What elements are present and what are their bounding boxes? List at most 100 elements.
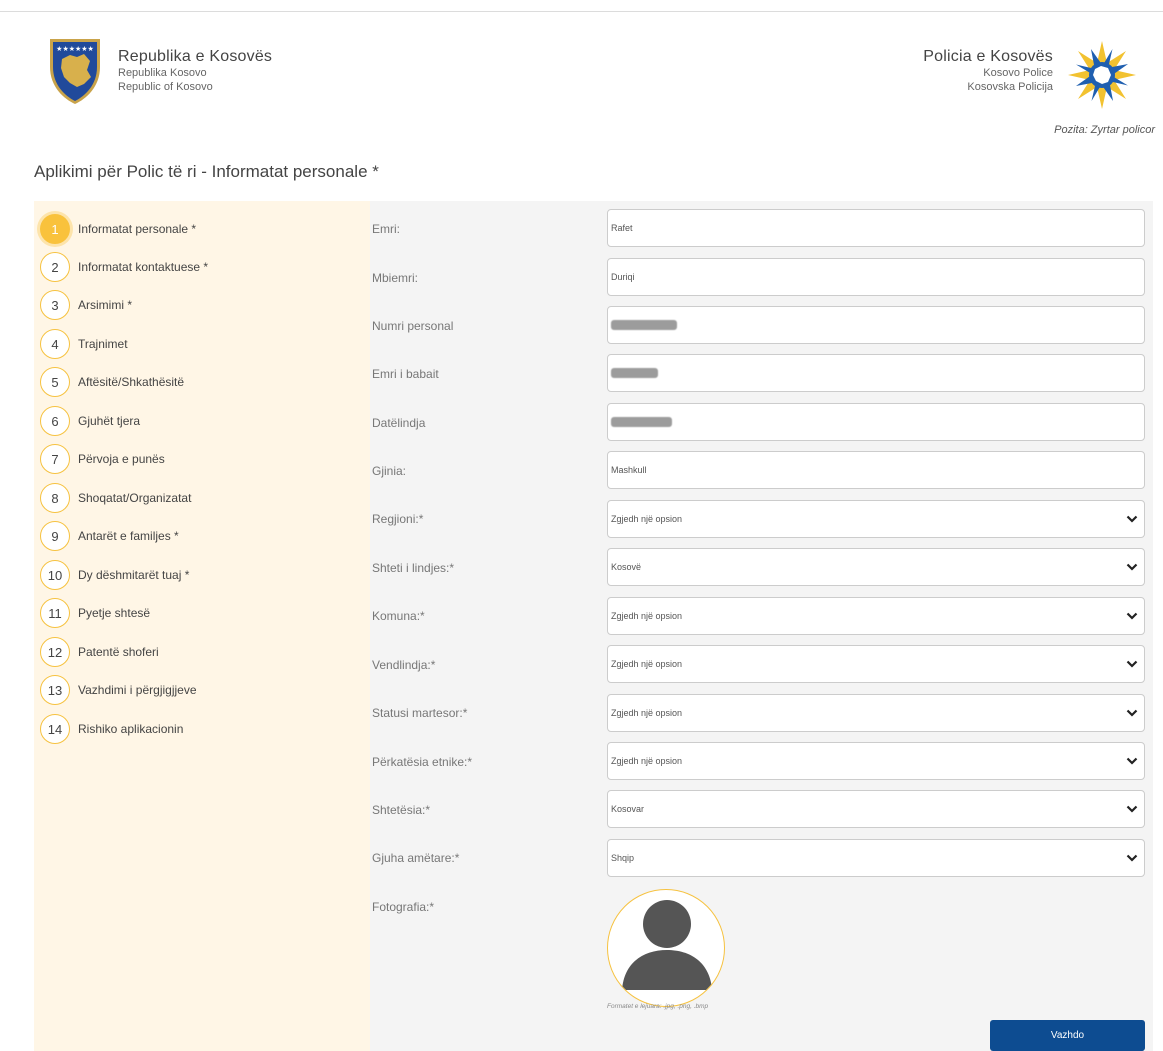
step-4[interactable]: 4 Trajnimet [40,329,128,359]
chevron-down-icon [1126,854,1138,862]
shteti-lindjes-value: Kosovë [611,562,642,572]
header-left: ★★★★★★ Republika e Kosovës Republika Kos… [46,37,272,105]
header-right-sub1: Kosovo Police [983,67,1053,79]
step-8[interactable]: 8 Shoqatat/Organizatat [40,483,191,513]
statusi-martesor-value: Zgjedh një opsion [611,708,683,718]
mbiemri-label: Mbiemri: [372,271,419,285]
shteti-lindjes-label: Shteti i lindjes:* [372,561,455,575]
step-number: 9 [40,521,70,551]
step-2[interactable]: 2 Informatat kontaktuese * [40,252,208,282]
step-label: Pyetje shtesë [78,606,151,620]
chevron-down-icon [1126,709,1138,717]
emri-label: Emri: [372,222,400,236]
step-number: 6 [40,406,70,436]
vendlindja-select[interactable]: Zgjedh një opsion [607,645,1145,683]
emri-babait-label: Emri i babait [372,367,439,381]
step-label: Informatat personale * [78,222,197,236]
step-number: 4 [40,329,70,359]
step-7[interactable]: 7 Përvoja e punës [40,444,165,474]
komuna-label: Komuna:* [372,609,425,623]
kosovo-police-logo-icon [1068,41,1136,109]
step-label: Antarët e familjes * [78,529,179,543]
shtetesia-label: Shtetësia:* [372,803,431,817]
perkatesia-etnike-label: Përkatësia etnike:* [372,755,473,769]
mbiemri-value: Duriqi [611,272,635,282]
kosovo-coat-of-arms-icon: ★★★★★★ [50,39,100,104]
step-label: Informatat kontaktuese * [78,260,209,274]
top-divider [0,11,1163,12]
mbiemri-input[interactable]: Duriqi [607,258,1145,296]
continue-button[interactable]: Vazhdo [990,1020,1145,1051]
numri-personal-input[interactable] [607,306,1145,344]
step-number: 3 [40,290,70,320]
step-number: 8 [40,483,70,513]
datelindja-label: Datëlindja [372,416,426,430]
vendlindja-label: Vendlindja:* [372,658,436,672]
step-number: 11 [40,598,70,628]
step-1[interactable]: 1 Informatat personale * [40,214,196,244]
step-number: 1 [40,214,70,244]
perkatesia-etnike-value: Zgjedh një opsion [611,756,683,766]
step-5[interactable]: 5 Aftësitë/Shkathësitë [40,367,184,397]
step-6[interactable]: 6 Gjuhët tjera [40,406,140,436]
chevron-down-icon [1126,612,1138,620]
chevron-down-icon [1126,757,1138,765]
page-title: Aplikimi për Polic të ri - Informatat pe… [34,162,379,181]
emri-input[interactable]: Rafet [607,209,1145,247]
position-label: Pozita: Zyrtar policor [1054,124,1155,136]
gjuha-ametare-value: Shqip [611,853,635,863]
chevron-down-icon [1126,805,1138,813]
step-label: Arsimimi * [78,298,132,312]
regjioni-label: Regjioni:* [372,512,424,526]
header-right-sub2: Kosovska Policija [967,81,1053,93]
gjuha-ametare-label: Gjuha amëtare:* [372,851,460,865]
shtetesia-select[interactable]: Kosovar [607,790,1145,828]
shtetesia-value: Kosovar [611,804,645,814]
step-number: 7 [40,444,70,474]
header-right: Policia e Kosovës Kosovo Police Kosovska… [923,37,1139,109]
step-14[interactable]: 14 Rishiko aplikacionin [40,714,183,744]
step-label: Gjuhët tjera [78,414,141,428]
shteti-lindjes-select[interactable]: Kosovë [607,548,1145,586]
step-number: 2 [40,252,70,282]
redacted-value [611,320,677,330]
komuna-value: Zgjedh një opsion [611,611,683,621]
step-label: Vazhdimi i përgjigjjeve [78,683,197,697]
emri-value: Rafet [611,223,633,233]
statusi-martesor-select[interactable]: Zgjedh një opsion [607,694,1145,732]
gjinia-input[interactable]: Mashkull [607,451,1145,489]
step-12[interactable]: 12 Patentë shoferi [40,637,159,667]
chevron-down-icon [1126,515,1138,523]
step-number: 13 [40,675,70,705]
regjioni-value: Zgjedh një opsion [611,514,683,524]
statusi-martesor-label: Statusi martesor:* [372,706,468,720]
step-label: Rishiko aplikacionin [78,722,184,736]
header-right-title: Policia e Kosovës [923,48,1053,65]
step-3[interactable]: 3 Arsimimi * [40,290,132,320]
step-13[interactable]: 13 Vazhdimi i përgjigjjeve [40,675,197,705]
regjioni-select[interactable]: Zgjedh një opsion [607,500,1145,538]
step-number: 14 [40,714,70,744]
fotografia-label: Fotografia:* [372,900,435,914]
step-number: 12 [40,637,70,667]
gjuha-ametare-select[interactable]: Shqip [607,839,1145,877]
avatar-placeholder-icon [622,900,712,990]
header-left-sub2: Republic of Kosovo [118,81,213,93]
photo-upload[interactable] [607,889,725,1007]
step-10[interactable]: 10 Dy dëshmitarët tuaj * [40,560,189,590]
step-11[interactable]: 11 Pyetje shtesë [40,598,150,628]
header-left-sub1: Republika Kosovo [118,67,207,79]
step-label: Patentë shoferi [78,645,159,659]
step-9[interactable]: 9 Antarët e familjes * [40,521,179,551]
chevron-down-icon [1126,660,1138,668]
emri-babait-input[interactable] [607,354,1145,392]
komuna-select[interactable]: Zgjedh një opsion [607,597,1145,635]
gjinia-value: Mashkull [611,465,647,475]
step-label: Shoqatat/Organizatat [78,491,192,505]
step-number: 10 [40,560,70,590]
step-number: 5 [40,367,70,397]
svg-text:★★★★★★: ★★★★★★ [56,45,94,53]
perkatesia-etnike-select[interactable]: Zgjedh një opsion [607,742,1145,780]
datelindja-input[interactable] [607,403,1145,441]
step-label: Trajnimet [78,337,128,351]
